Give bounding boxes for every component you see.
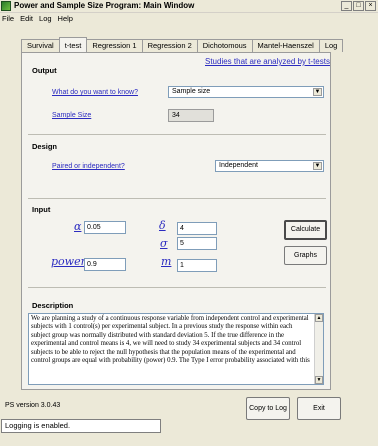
maximize-button[interactable]: □ xyxy=(353,1,364,11)
menu-bar: File Edit Log Help xyxy=(0,13,378,24)
tab-regression-1[interactable]: Regression 1 xyxy=(86,39,143,52)
sigma-input[interactable]: 5 xyxy=(177,237,217,250)
tab-dichotomous[interactable]: Dichotomous xyxy=(196,39,253,52)
description-section-title: Description xyxy=(32,301,74,310)
menu-file[interactable]: File xyxy=(2,13,14,24)
scroll-up-icon[interactable]: ▲ xyxy=(315,314,323,322)
chevron-down-icon[interactable]: ▼ xyxy=(313,88,322,96)
delta-link[interactable]: δ xyxy=(159,219,166,232)
menu-help[interactable]: Help xyxy=(58,13,73,24)
tab-survival[interactable]: Survival xyxy=(21,39,60,52)
output-section-title: Output xyxy=(32,66,57,75)
power-link[interactable]: power xyxy=(51,255,86,268)
minimize-button[interactable]: _ xyxy=(341,1,352,11)
tab-regression-2[interactable]: Regression 2 xyxy=(141,39,198,52)
tab-mantel-haenszel[interactable]: Mantel-Haenszel xyxy=(251,39,320,52)
window-title: Power and Sample Size Program: Main Wind… xyxy=(14,1,195,10)
status-bar: Logging is enabled. xyxy=(1,419,161,433)
m-link[interactable]: m xyxy=(161,255,171,268)
copy-to-log-button[interactable]: Copy to Log xyxy=(246,397,290,420)
menu-edit[interactable]: Edit xyxy=(20,13,33,24)
title-bar: Power and Sample Size Program: Main Wind… xyxy=(0,0,378,13)
sample-size-value: 34 xyxy=(168,109,214,122)
menu-log[interactable]: Log xyxy=(39,13,52,24)
what-to-know-value: Sample size xyxy=(172,88,211,95)
exit-button[interactable]: Exit xyxy=(297,397,341,420)
chevron-down-icon[interactable]: ▼ xyxy=(313,162,322,170)
description-textarea[interactable]: We are planning a study of a continuous … xyxy=(28,313,324,385)
app-icon xyxy=(1,1,11,11)
tab-log[interactable]: Log xyxy=(318,39,344,52)
what-to-know-dropdown[interactable]: Sample size ▼ xyxy=(168,86,324,98)
input-section-title: Input xyxy=(32,205,51,214)
alpha-link[interactable]: α xyxy=(74,220,81,233)
calculate-button[interactable]: Calculate xyxy=(284,220,327,240)
version-label: PS version 3.0.43 xyxy=(5,402,61,409)
m-input[interactable]: 1 xyxy=(177,259,217,272)
divider xyxy=(28,287,326,288)
delta-input[interactable]: 4 xyxy=(177,222,217,235)
divider xyxy=(28,134,326,135)
studies-link[interactable]: Studies that are analyzed by t-tests xyxy=(205,57,330,66)
description-scrollbar[interactable]: ▲ ▼ xyxy=(314,314,323,384)
sample-size-link[interactable]: Sample Size xyxy=(52,112,91,119)
design-section-title: Design xyxy=(32,142,58,151)
scroll-down-icon[interactable]: ▼ xyxy=(315,376,323,384)
power-input[interactable]: 0.9 xyxy=(84,258,126,271)
paired-independent-link[interactable]: Paired or independent? xyxy=(52,163,125,170)
graphs-button[interactable]: Graphs xyxy=(284,246,327,265)
divider xyxy=(28,198,326,199)
tab-strip: Survival t-test Regression 1 Regression … xyxy=(21,37,344,52)
close-button[interactable]: × xyxy=(365,1,376,11)
tab-t-test[interactable]: t-test xyxy=(58,37,88,52)
sigma-link[interactable]: σ xyxy=(160,237,168,250)
paired-independent-value: Independent xyxy=(219,162,258,169)
t-test-panel: Output Studies that are analyzed by t-te… xyxy=(21,52,331,390)
description-text: We are planning a study of a continuous … xyxy=(31,315,310,365)
what-to-know-link[interactable]: What do you want to know? xyxy=(52,89,138,96)
paired-independent-dropdown[interactable]: Independent ▼ xyxy=(215,160,324,172)
alpha-input[interactable]: 0.05 xyxy=(84,221,126,234)
